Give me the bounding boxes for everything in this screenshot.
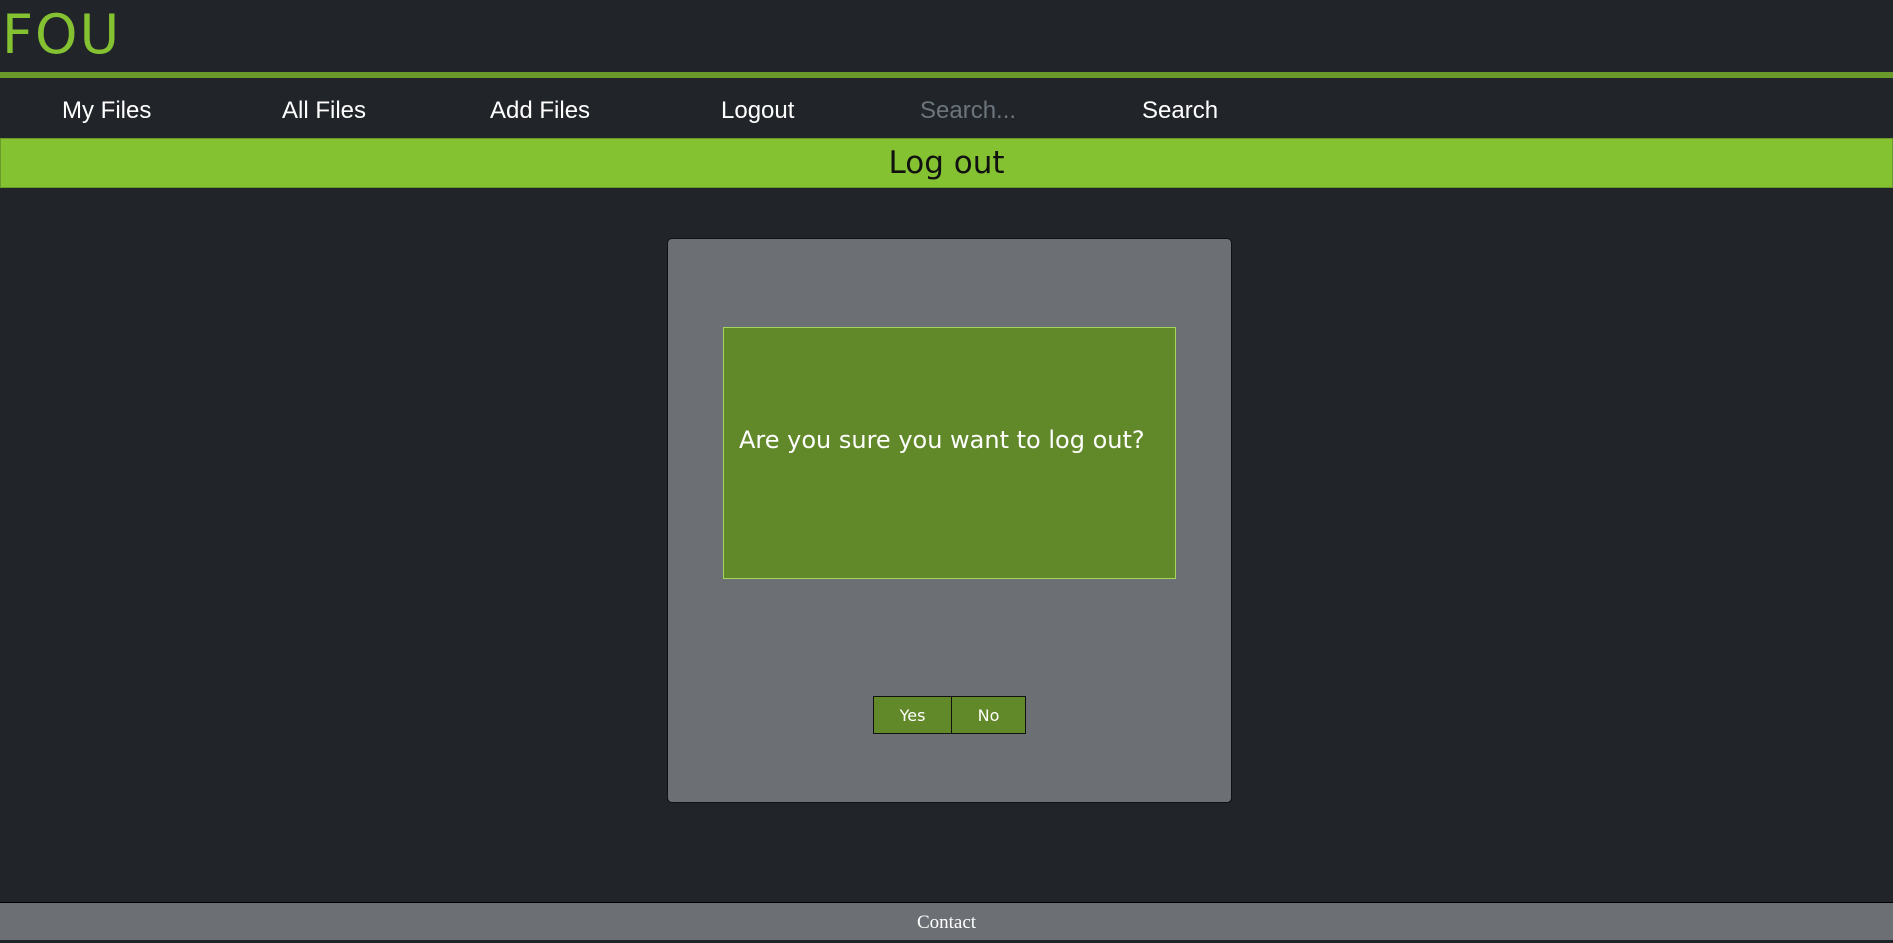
confirm-message: Are you sure you want to log out?	[739, 426, 1145, 454]
search-button[interactable]: Search	[1142, 84, 1218, 138]
nav-add-files[interactable]: Add Files	[490, 84, 590, 138]
confirm-message-box: Are you sure you want to log out?	[723, 327, 1176, 579]
logout-dialog: Are you sure you want to log out? Yes No	[667, 238, 1232, 803]
search-input[interactable]	[920, 94, 1090, 128]
site-footer: Contact	[0, 902, 1893, 940]
nav-logout[interactable]: Logout	[721, 84, 794, 138]
site-header: FOU	[0, 0, 1893, 78]
no-button[interactable]: No	[951, 696, 1026, 734]
contact-link[interactable]: Contact	[917, 912, 976, 933]
main-nav: My Files All Files Add Files Logout Sear…	[0, 84, 1893, 138]
nav-all-files[interactable]: All Files	[282, 84, 366, 138]
nav-my-files[interactable]: My Files	[62, 84, 151, 138]
confirm-button-group: Yes No	[873, 696, 1026, 734]
page-title: Log out	[888, 145, 1005, 181]
site-logo[interactable]: FOU	[2, 8, 121, 62]
yes-button[interactable]: Yes	[873, 696, 952, 734]
page-title-bar: Log out	[0, 138, 1893, 188]
